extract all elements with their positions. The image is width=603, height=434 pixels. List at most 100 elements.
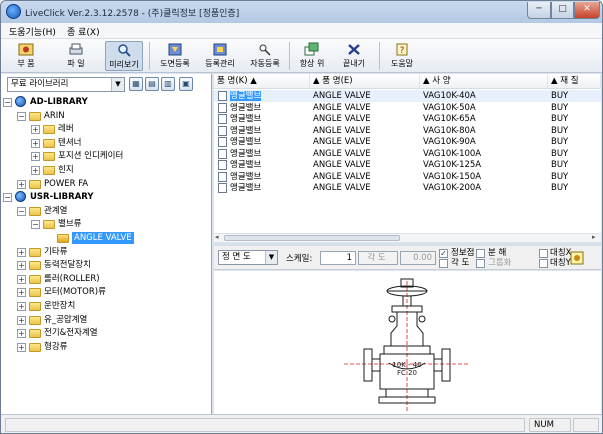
library-delete-icon[interactable]: ▥: [161, 77, 175, 91]
table-cell: BUY: [551, 182, 568, 194]
tree-node[interactable]: + 동력전달장치: [1, 259, 209, 271]
scale-input[interactable]: 1: [320, 251, 356, 265]
expand-icon[interactable]: +: [17, 247, 26, 257]
horizontal-scrollbar[interactable]: ◂ ▸: [214, 233, 601, 242]
toolbar-always-on-top-button[interactable]: 항상 위: [295, 41, 329, 71]
explode-label: 분 해: [488, 248, 507, 258]
tree-node[interactable]: − ARIN: [1, 110, 209, 122]
toolbar: 부 품 파 일 미리보기 도면등록 등록관리 자동등록 항상 위 끝내기 ? 도…: [1, 39, 602, 73]
tree-node[interactable]: + 힌지: [1, 164, 209, 176]
tree-node[interactable]: + 롤러(ROLLER): [1, 273, 209, 285]
table-cell: 앵글밸브: [230, 125, 261, 137]
maximize-button[interactable]: □: [551, 2, 574, 19]
expand-icon[interactable]: +: [17, 261, 26, 271]
expand-icon[interactable]: +: [17, 288, 26, 298]
mirror-y-checkbox[interactable]: [539, 259, 548, 268]
toolbar-parts-button[interactable]: 부 품: [9, 41, 43, 71]
expand-icon[interactable]: +: [31, 152, 40, 162]
expand-icon[interactable]: +: [17, 315, 26, 325]
expand-icon[interactable]: +: [17, 329, 26, 339]
toolbar-help-button[interactable]: ? 도움말: [385, 41, 419, 71]
chevron-down-icon: ▼: [111, 78, 124, 91]
toolbar-auto-register-button[interactable]: 자동등록: [245, 41, 285, 71]
expand-icon[interactable]: +: [31, 138, 40, 148]
scroll-left-icon[interactable]: ◂: [215, 233, 219, 241]
folder-icon: [29, 288, 41, 298]
tree-node[interactable]: + 포지션 인디케이터: [1, 150, 209, 162]
minimize-button[interactable]: ─: [527, 2, 551, 19]
tree-node[interactable]: + 운반장치: [1, 300, 209, 312]
expand-icon[interactable]: +: [17, 274, 26, 284]
menu-exit[interactable]: 종 료(X): [67, 25, 100, 38]
expand-icon[interactable]: +: [17, 342, 26, 352]
parts-row[interactable]: 앵글밸브 ANGLE VALVE VAG10K-80A BUY: [214, 125, 601, 137]
table-cell: VAG10K-65A: [423, 113, 476, 125]
tree-node[interactable]: + POWER FA: [1, 178, 209, 190]
view-select[interactable]: 정 면 도 ▼: [218, 250, 278, 265]
angle-checkbox[interactable]: [439, 259, 448, 268]
tree-node[interactable]: ANGLE VALVE: [1, 232, 209, 244]
tree-node[interactable]: − USR-LIBRARY: [1, 191, 209, 203]
scroll-right-icon[interactable]: ▸: [592, 233, 596, 241]
close-button[interactable]: ✕: [574, 2, 600, 19]
mirror-x-checkbox[interactable]: [539, 249, 548, 258]
collapse-icon[interactable]: −: [17, 111, 26, 121]
tree-node[interactable]: + 기타류: [1, 246, 209, 258]
toolbar-register-manage-button[interactable]: 등록관리: [199, 41, 241, 71]
parts-row[interactable]: 앵글밸브 ANGLE VALVE VAG10K-40A BUY: [214, 90, 601, 102]
parts-row[interactable]: 앵글밸브 ANGLE VALVE VAG10K-125A BUY: [214, 159, 601, 171]
column-header-name-en[interactable]: ▲ 품 명(E): [310, 74, 420, 89]
scroll-thumb[interactable]: [224, 235, 400, 241]
expand-icon[interactable]: +: [17, 302, 26, 311]
column-header-material[interactable]: ▲ 재 질: [548, 74, 601, 89]
library-add-icon[interactable]: ▦: [129, 77, 143, 91]
tree-node[interactable]: + 유_공압계열: [1, 314, 209, 326]
parts-row[interactable]: 앵글밸브 ANGLE VALVE VAG10K-65A BUY: [214, 113, 601, 125]
collapse-icon[interactable]: −: [3, 98, 12, 107]
toolbar-drawing-register-button[interactable]: 도면등록: [155, 41, 195, 71]
toolbar-file-button[interactable]: 파 일: [59, 41, 93, 71]
tree-node[interactable]: − 밸브류: [1, 218, 209, 230]
library-pane: 무료 라이브러리 ▼ ▦ ▤ ▥ ▣ − AD-LIBRARY − ARIN + 레버 + 텐…: [1, 74, 212, 414]
parts-row[interactable]: 앵글밸브 ANGLE VALVE VAG10K-150A BUY: [214, 171, 601, 183]
part-spec: VAG10K-150A: [423, 171, 482, 182]
help-icon: ?: [396, 43, 408, 56]
folder-icon: [43, 138, 55, 148]
library-settings-icon[interactable]: ▣: [179, 77, 193, 91]
parts-row[interactable]: 앵글밸브 ANGLE VALVE VAG10K-100A BUY: [214, 148, 601, 160]
parts-row[interactable]: 앵글밸브 ANGLE VALVE VAG10K-50A BUY: [214, 102, 601, 114]
collapse-icon[interactable]: −: [17, 206, 26, 216]
table-cell: VAG10K-50A: [423, 102, 476, 114]
collapse-icon[interactable]: −: [31, 220, 40, 230]
column-header-spec[interactable]: ▲ 사 양: [420, 74, 548, 89]
document-icon: [218, 160, 227, 170]
insert-icon[interactable]: [570, 251, 584, 265]
tree-node[interactable]: − 관계열: [1, 205, 209, 217]
part-name-en: ANGLE VALVE: [313, 183, 371, 193]
tree-node[interactable]: + 텐셔너: [1, 137, 209, 149]
library-edit-icon[interactable]: ▤: [145, 77, 159, 91]
column-header-name-kr[interactable]: 품 명(K) ▲: [214, 74, 310, 89]
collapse-icon[interactable]: −: [3, 193, 12, 203]
expand-icon[interactable]: +: [31, 125, 40, 135]
tree-node[interactable]: + 형강류: [1, 341, 209, 353]
tree-node[interactable]: + 모터(MOTOR)류: [1, 286, 209, 298]
part-spec: VAG10K-50A: [423, 102, 476, 113]
tree-node[interactable]: − AD-LIBRARY: [1, 96, 209, 108]
expand-icon[interactable]: +: [31, 166, 40, 175]
toolbar-preview-button[interactable]: 미리보기: [105, 41, 143, 71]
explode-checkbox[interactable]: [476, 249, 485, 258]
info-point-checkbox[interactable]: [439, 249, 448, 258]
toolbar-exit-button[interactable]: 끝내기: [337, 41, 371, 71]
tree-node[interactable]: + 전기&전자계열: [1, 327, 209, 339]
tree-node[interactable]: + 레버: [1, 123, 209, 135]
document-icon: [218, 114, 227, 124]
expand-icon[interactable]: +: [17, 179, 26, 189]
title-bar[interactable]: LiveClick Ver.2.3.12.2578 - (주)클릭정보 [정품인…: [1, 1, 602, 23]
library-select[interactable]: 무료 라이브러리 ▼: [7, 77, 125, 92]
parts-row[interactable]: 앵글밸브 ANGLE VALVE VAG10K-200A BUY: [214, 182, 601, 194]
menu-help[interactable]: 도움기능(H): [9, 25, 56, 38]
library-globe-icon: [15, 191, 26, 203]
part-material: BUY: [551, 137, 569, 147]
parts-row[interactable]: 앵글밸브 ANGLE VALVE VAG10K-90A BUY: [214, 136, 601, 148]
